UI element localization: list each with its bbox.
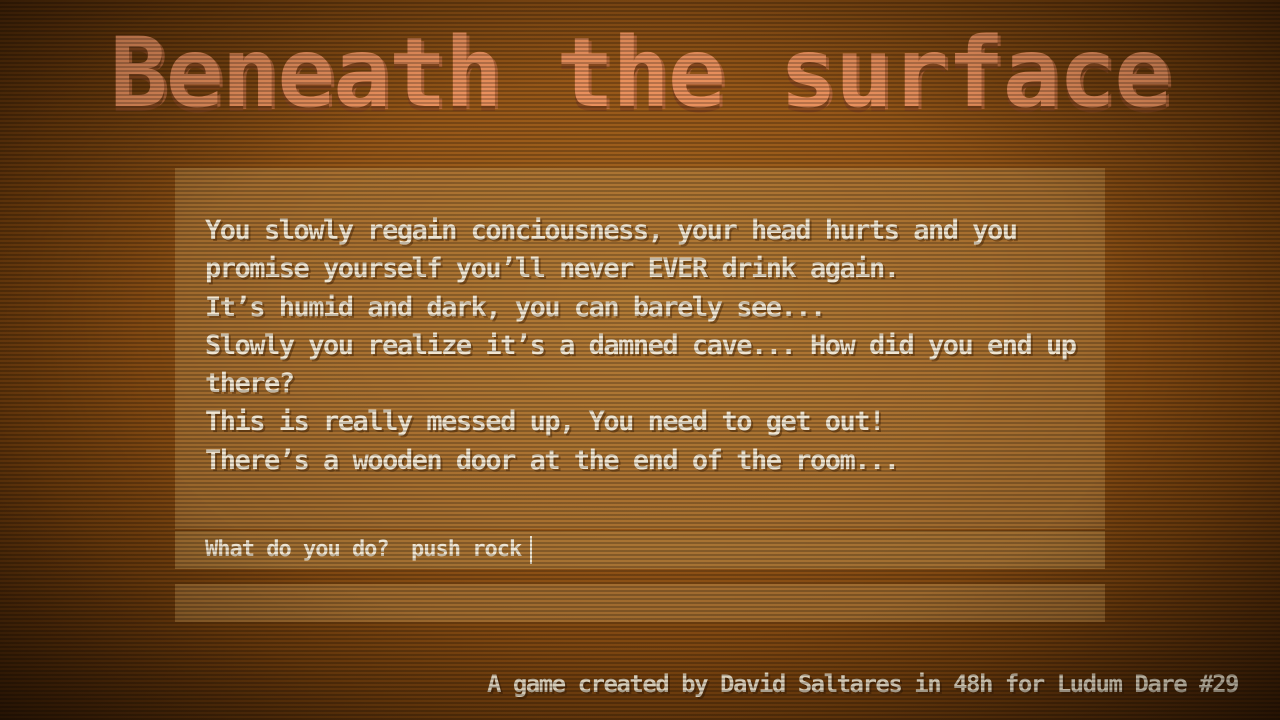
story-text: You slowly regain conciousness, your hea… [205, 215, 1077, 476]
text-cursor [530, 536, 532, 564]
command-input[interactable] [411, 534, 911, 566]
response-bar [175, 584, 1105, 622]
credits-text: A game created by David Saltares in 48h … [486, 670, 1240, 698]
game-screen: Beneath the surface You slowly regain co… [0, 0, 1280, 720]
command-prompt-label: What do you do? [205, 537, 390, 562]
command-bar[interactable]: What do you do? [175, 531, 1105, 569]
game-title: Beneath the surface [109, 17, 1172, 129]
story-panel: You slowly regain conciousness, your hea… [175, 168, 1105, 529]
